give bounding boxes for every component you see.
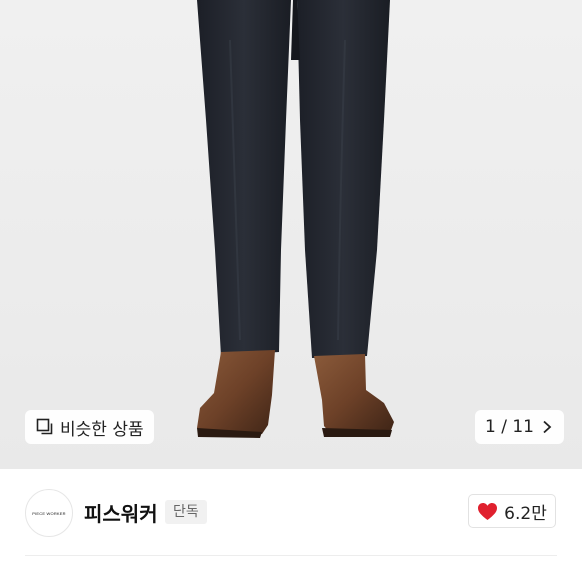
brand-name[interactable]: 피스워커 xyxy=(84,498,158,527)
section-divider xyxy=(25,555,557,556)
like-button[interactable]: 6.2만 xyxy=(468,494,556,528)
similar-products-button[interactable]: 비슷한 상품 xyxy=(25,410,154,444)
heart-icon xyxy=(478,502,498,520)
image-pager-button[interactable]: 1 / 11 xyxy=(475,410,564,444)
like-count: 6.2만 xyxy=(504,503,547,524)
similar-products-label: 비슷한 상품 xyxy=(60,419,144,440)
chevron-right-icon xyxy=(543,420,552,434)
product-photo-jeans xyxy=(197,0,394,438)
brand-logo[interactable]: PIECE WORKER xyxy=(25,489,73,537)
exclusive-badge: 단독 xyxy=(165,500,207,524)
image-counter: 1 / 11 xyxy=(485,417,534,437)
product-image[interactable] xyxy=(0,0,582,469)
similar-products-icon xyxy=(36,418,53,435)
brand-logo-text: PIECE WORKER xyxy=(32,510,66,516)
